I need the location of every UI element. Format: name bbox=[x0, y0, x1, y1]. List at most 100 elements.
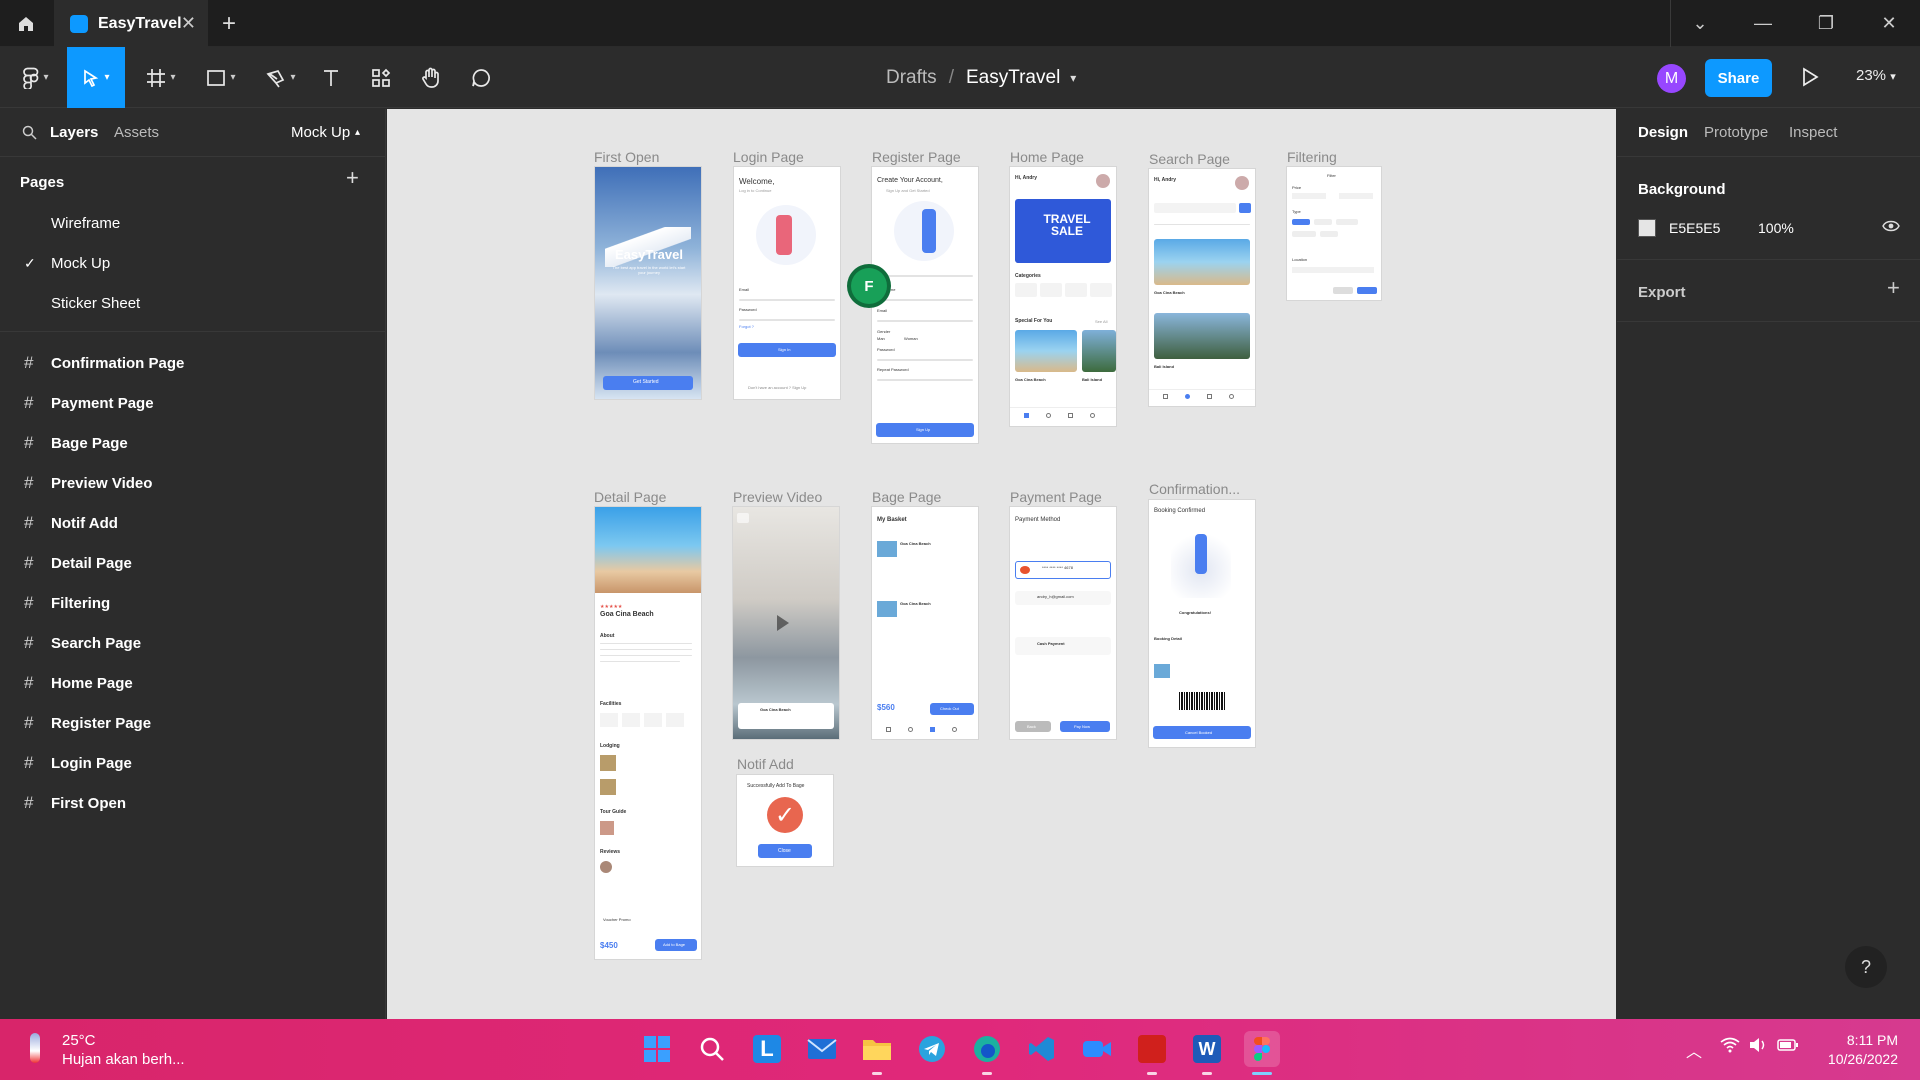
frame-label-search[interactable]: Search Page bbox=[1149, 151, 1230, 167]
frame-label-payment[interactable]: Payment Page bbox=[1010, 489, 1102, 505]
new-tab-button[interactable]: + bbox=[222, 10, 236, 38]
page-item-wireframe[interactable]: Wireframe bbox=[0, 203, 386, 243]
filter-icon[interactable] bbox=[1239, 203, 1251, 213]
background-color-swatch[interactable] bbox=[1638, 219, 1656, 237]
type-chip[interactable] bbox=[1320, 231, 1338, 237]
basket-nav-icon[interactable] bbox=[1207, 394, 1212, 399]
play-icon[interactable] bbox=[777, 615, 789, 631]
edge-icon[interactable] bbox=[969, 1031, 1005, 1067]
close-button[interactable]: Close bbox=[758, 844, 812, 858]
eye-icon[interactable] bbox=[1882, 219, 1900, 238]
frame-first-open[interactable]: EasyTravel The best app travel in the wo… bbox=[595, 167, 701, 399]
canvas[interactable]: First Open EasyTravel The best app trave… bbox=[387, 109, 1616, 1019]
back-icon[interactable] bbox=[737, 513, 749, 523]
card-option[interactable]: **** **** **** 4678 bbox=[1015, 561, 1111, 579]
sign-in-button[interactable]: Sign In bbox=[738, 343, 836, 357]
resources-tool[interactable] bbox=[366, 47, 396, 108]
home-button[interactable] bbox=[0, 0, 52, 47]
file-explorer-icon[interactable] bbox=[859, 1031, 895, 1067]
frame-label-detail[interactable]: Detail Page bbox=[594, 489, 666, 505]
reset-button[interactable] bbox=[1333, 287, 1353, 294]
search-nav-icon[interactable] bbox=[1046, 413, 1051, 418]
acrobat-icon[interactable] bbox=[1134, 1031, 1170, 1067]
present-button[interactable] bbox=[1800, 66, 1820, 93]
forgot-link[interactable]: Forgot ? bbox=[739, 324, 754, 329]
comment-tool[interactable] bbox=[466, 47, 496, 108]
frame-tool[interactable]: ▾ bbox=[138, 47, 184, 108]
home-nav-icon[interactable] bbox=[886, 727, 891, 732]
text-tool[interactable] bbox=[316, 47, 346, 108]
mail-icon[interactable] bbox=[804, 1031, 840, 1067]
pen-tool[interactable]: ▾ bbox=[258, 47, 304, 108]
tab-layers[interactable]: Layers bbox=[50, 124, 98, 141]
wifi-icon[interactable] bbox=[1720, 1037, 1740, 1058]
place-image[interactable] bbox=[1082, 330, 1116, 372]
basket-nav-icon[interactable] bbox=[1068, 413, 1073, 418]
weather-widget[interactable]: 25°C Hujan akan berh... bbox=[62, 1031, 185, 1069]
add-page-icon[interactable]: + bbox=[346, 165, 359, 191]
password-field[interactable] bbox=[877, 359, 973, 361]
frame-label-register[interactable]: Register Page bbox=[872, 149, 961, 165]
zoom-icon[interactable] bbox=[1079, 1031, 1115, 1067]
layer-notif-add[interactable]: # Notif Add bbox=[0, 503, 386, 543]
sign-up-button[interactable]: Sign Up bbox=[876, 423, 974, 437]
search-icon[interactable] bbox=[22, 125, 37, 140]
frame-filtering[interactable]: Filter Price Type Location bbox=[1287, 167, 1381, 300]
battery-icon[interactable] bbox=[1777, 1038, 1799, 1057]
close-window-button[interactable]: ✕ bbox=[1859, 0, 1919, 47]
gender-woman-radio[interactable]: Woman bbox=[904, 336, 918, 341]
basket-nav-icon[interactable] bbox=[930, 727, 935, 732]
file-tab[interactable]: EasyTravel ✕ bbox=[54, 0, 208, 47]
frame-label-confirmation[interactable]: Confirmation... bbox=[1149, 481, 1240, 497]
page-item-sticker-sheet[interactable]: Sticker Sheet bbox=[0, 283, 386, 323]
place-image[interactable] bbox=[1015, 330, 1077, 372]
layer-detail-page[interactable]: # Detail Page bbox=[0, 543, 386, 583]
file-name[interactable]: EasyTravel bbox=[966, 67, 1060, 89]
chevron-down-icon[interactable]: ⌄ bbox=[1670, 0, 1730, 47]
layer-login-page[interactable]: # Login Page bbox=[0, 743, 386, 783]
layer-payment-page[interactable]: # Payment Page bbox=[0, 383, 386, 423]
category-item[interactable] bbox=[1065, 283, 1087, 297]
avatar[interactable] bbox=[1096, 174, 1110, 188]
frame-label-bage[interactable]: Bage Page bbox=[872, 489, 941, 505]
travel-sale-banner[interactable]: TRAVEL SALE bbox=[1015, 199, 1111, 263]
location-field[interactable] bbox=[1292, 267, 1374, 273]
telegram-icon[interactable] bbox=[914, 1031, 950, 1067]
type-chip[interactable] bbox=[1292, 231, 1316, 237]
password-field[interactable] bbox=[739, 319, 835, 321]
frame-label-login[interactable]: Login Page bbox=[733, 149, 804, 165]
layer-register-page[interactable]: # Register Page bbox=[0, 703, 386, 743]
place-image[interactable] bbox=[1154, 313, 1250, 359]
frame-label-first-open[interactable]: First Open bbox=[594, 149, 659, 165]
add-to-bage-button[interactable]: Add to Bage bbox=[655, 939, 697, 951]
profile-nav-icon[interactable] bbox=[952, 727, 957, 732]
category-chips[interactable] bbox=[1154, 224, 1250, 225]
repeat-password-field[interactable] bbox=[877, 379, 973, 381]
back-button[interactable]: Back bbox=[1015, 721, 1051, 732]
chevron-up-icon[interactable]: ▴ bbox=[355, 127, 360, 138]
category-item[interactable] bbox=[1015, 283, 1037, 297]
restore-button[interactable]: ❐ bbox=[1796, 0, 1856, 47]
volume-icon[interactable] bbox=[1748, 1037, 1768, 1058]
profile-nav-icon[interactable] bbox=[1090, 413, 1095, 418]
type-chip[interactable] bbox=[1292, 219, 1310, 225]
name-field[interactable] bbox=[877, 275, 973, 277]
layer-preview-video[interactable]: # Preview Video bbox=[0, 463, 386, 503]
email-field[interactable] bbox=[877, 320, 973, 322]
frame-home[interactable]: Hi, Andry TRAVEL SALE Categories Special… bbox=[1010, 167, 1116, 426]
tab-prototype[interactable]: Prototype bbox=[1704, 124, 1768, 141]
place-image[interactable] bbox=[1154, 239, 1250, 285]
see-all-link[interactable]: See All bbox=[1095, 319, 1107, 324]
place-card[interactable]: Goa Cina Beach bbox=[738, 703, 834, 729]
check-out-button[interactable]: Check Out bbox=[930, 703, 974, 715]
clock[interactable]: 8:11 PM 10/26/2022 bbox=[1818, 1031, 1898, 1069]
frame-confirmation[interactable]: Booking Confirmed Congratulations! Booki… bbox=[1149, 500, 1255, 747]
frame-preview-video[interactable]: Goa Cina Beach bbox=[733, 507, 839, 739]
frame-bage[interactable]: My Basket Goa Cina Beach Goa Cina Beach … bbox=[872, 507, 978, 739]
zoom-level[interactable]: 23% ▾ bbox=[1856, 67, 1896, 84]
profile-nav-icon[interactable] bbox=[1229, 394, 1234, 399]
tab-assets[interactable]: Assets bbox=[114, 124, 159, 141]
tab-design[interactable]: Design bbox=[1638, 124, 1688, 141]
chevron-up-icon[interactable]: ︿ bbox=[1686, 1038, 1702, 1062]
frame-label-home[interactable]: Home Page bbox=[1010, 149, 1084, 165]
